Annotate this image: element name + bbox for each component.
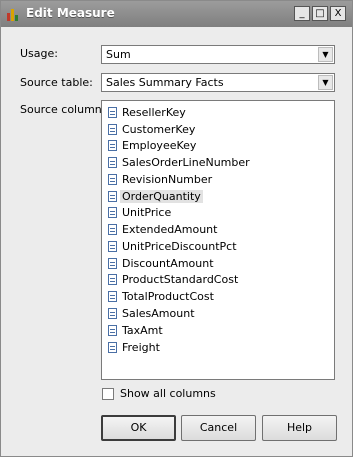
edit-measure-dialog: Edit Measure _ □ X Usage: Sum ▼ Source t… — [0, 0, 353, 457]
source-table-label: Source table: — [20, 76, 93, 89]
window-controls: _ □ X — [294, 6, 346, 21]
source-column-listbox[interactable]: ResellerKey CustomerKey EmployeeKey Sale… — [101, 100, 335, 380]
usage-value: Sum — [106, 48, 131, 61]
table-column-icon — [108, 173, 117, 185]
table-column-icon — [108, 257, 117, 269]
table-column-icon — [108, 290, 117, 302]
table-column-icon — [108, 307, 117, 319]
list-item[interactable]: TaxAmt — [108, 322, 163, 338]
list-item[interactable]: ProductStandardCost — [108, 271, 238, 287]
list-item[interactable]: UnitPriceDiscountPct — [108, 238, 237, 254]
source-table-combobox[interactable]: Sales Summary Facts ▼ — [101, 73, 335, 92]
list-item[interactable]: SalesOrderLineNumber — [108, 154, 250, 170]
source-table-value: Sales Summary Facts — [106, 76, 224, 89]
table-column-icon — [108, 240, 117, 252]
list-item[interactable]: EmployeeKey — [108, 137, 196, 153]
table-column-icon — [108, 123, 117, 135]
window-title: Edit Measure — [26, 6, 115, 20]
list-item[interactable]: TotalProductCost — [108, 288, 214, 304]
list-item[interactable]: SalesAmount — [108, 305, 195, 321]
show-all-columns-label[interactable]: Show all columns — [120, 387, 216, 400]
close-button[interactable]: X — [330, 6, 346, 21]
maximize-button[interactable]: □ — [312, 6, 328, 21]
table-column-icon — [108, 206, 117, 218]
table-column-icon — [108, 106, 117, 118]
table-column-icon — [108, 139, 117, 151]
title-bar[interactable]: Edit Measure _ □ X — [1, 1, 352, 27]
chevron-down-icon[interactable]: ▼ — [318, 47, 333, 62]
list-item[interactable]: DiscountAmount — [108, 255, 214, 271]
table-column-icon — [108, 341, 117, 353]
usage-combobox[interactable]: Sum ▼ — [101, 45, 335, 64]
list-item[interactable]: CustomerKey — [108, 121, 195, 137]
table-column-icon — [108, 273, 117, 285]
help-button[interactable]: Help — [262, 415, 337, 441]
list-item[interactable]: Freight — [108, 339, 160, 355]
table-column-icon — [108, 156, 117, 168]
bar-chart-icon — [7, 7, 21, 21]
cancel-button[interactable]: Cancel — [181, 415, 256, 441]
list-item-selected[interactable]: OrderQuantity — [108, 188, 203, 204]
chevron-down-icon[interactable]: ▼ — [318, 75, 333, 90]
list-item[interactable]: UnitPrice — [108, 204, 171, 220]
table-column-icon — [108, 324, 117, 336]
source-column-label: Source column: — [20, 103, 106, 116]
ok-button[interactable]: OK — [101, 415, 176, 441]
list-item[interactable]: ResellerKey — [108, 104, 186, 120]
show-all-columns-checkbox[interactable] — [102, 388, 114, 400]
list-item[interactable]: ExtendedAmount — [108, 221, 217, 237]
table-column-icon — [108, 190, 117, 202]
list-item[interactable]: RevisionNumber — [108, 171, 212, 187]
usage-label: Usage: — [20, 47, 58, 60]
table-column-icon — [108, 223, 117, 235]
minimize-button[interactable]: _ — [294, 6, 310, 21]
